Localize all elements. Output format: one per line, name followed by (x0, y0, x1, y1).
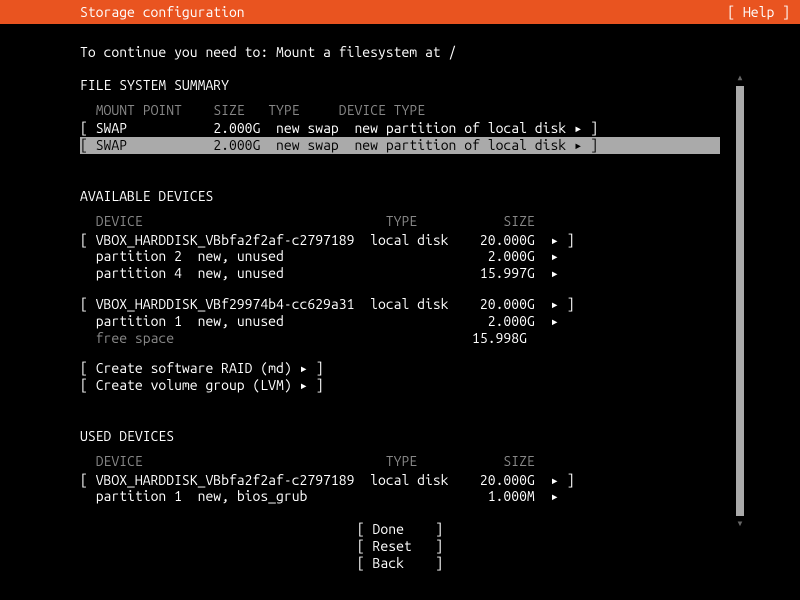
reset-button[interactable]: [ Reset ] (80, 538, 720, 555)
device-row[interactable]: [ VBOX_HARDDISK_VBbfa2f2af-c2797189 loca… (80, 472, 720, 489)
chevron-right-icon: ▸ (574, 137, 582, 153)
chevron-right-icon: ▸ (300, 377, 308, 393)
partition-row[interactable]: partition 1 new, unused 2.000G ▸ (80, 313, 720, 330)
device-row[interactable]: [ VBOX_HARDDISK_VBf29974b4-cc629a31 loca… (80, 296, 720, 313)
create-lvm-action[interactable]: [ Create volume group (LVM) ▸ ] (80, 377, 720, 394)
chevron-right-icon: ▸ (550, 296, 558, 312)
scroll-down-icon[interactable]: ▾ (735, 518, 745, 530)
back-button[interactable]: [ Back ] (80, 555, 720, 572)
scroll-thumb[interactable] (736, 86, 744, 516)
chevron-right-icon: ▸ (550, 265, 558, 281)
chevron-right-icon: ▸ (574, 120, 582, 136)
header-bar: Storage configuration [ Help ] (0, 0, 800, 24)
instruction-text: To continue you need to: Mount a filesys… (80, 44, 720, 61)
free-space-row: free space 15.998G (80, 330, 720, 347)
chevron-right-icon: ▸ (550, 248, 558, 264)
chevron-right-icon: ▸ (550, 472, 558, 488)
fs-summary-row[interactable]: [ SWAP 2.000G new swap new partition of … (80, 120, 720, 137)
scrollbar[interactable]: ▴ ▾ (735, 72, 745, 534)
partition-row[interactable]: partition 2 new, unused 2.000G ▸ (80, 248, 720, 265)
page-title: Storage configuration (80, 4, 245, 21)
used-header: DEVICE TYPE SIZE (80, 453, 720, 470)
used-title: USED DEVICES (80, 428, 720, 445)
chevron-right-icon: ▸ (300, 360, 308, 376)
chevron-right-icon: ▸ (550, 313, 558, 329)
help-button[interactable]: [ Help ] (727, 4, 790, 21)
button-bar: [ Done ] [ Reset ] [ Back ] (80, 521, 720, 571)
fs-summary-row-selected[interactable]: [ SWAP 2.000G new swap new partition of … (80, 137, 720, 154)
partition-row[interactable]: partition 1 new, bios_grub 1.000M ▸ (80, 488, 720, 505)
done-button[interactable]: [ Done ] (80, 521, 720, 538)
create-raid-action[interactable]: [ Create software RAID (md) ▸ ] (80, 360, 720, 377)
partition-row[interactable]: partition 4 new, unused 15.997G ▸ (80, 265, 720, 282)
fs-summary-header: MOUNT POINT SIZE TYPE DEVICE TYPE (80, 102, 720, 119)
available-title: AVAILABLE DEVICES (80, 188, 720, 205)
chevron-right-icon: ▸ (550, 232, 558, 248)
device-row[interactable]: [ VBOX_HARDDISK_VBbfa2f2af-c2797189 loca… (80, 232, 720, 249)
content: To continue you need to: Mount a filesys… (0, 24, 800, 572)
scroll-up-icon[interactable]: ▴ (735, 72, 745, 84)
fs-summary-title: FILE SYSTEM SUMMARY (80, 77, 720, 94)
chevron-right-icon: ▸ (550, 488, 558, 504)
available-header: DEVICE TYPE SIZE (80, 213, 720, 230)
